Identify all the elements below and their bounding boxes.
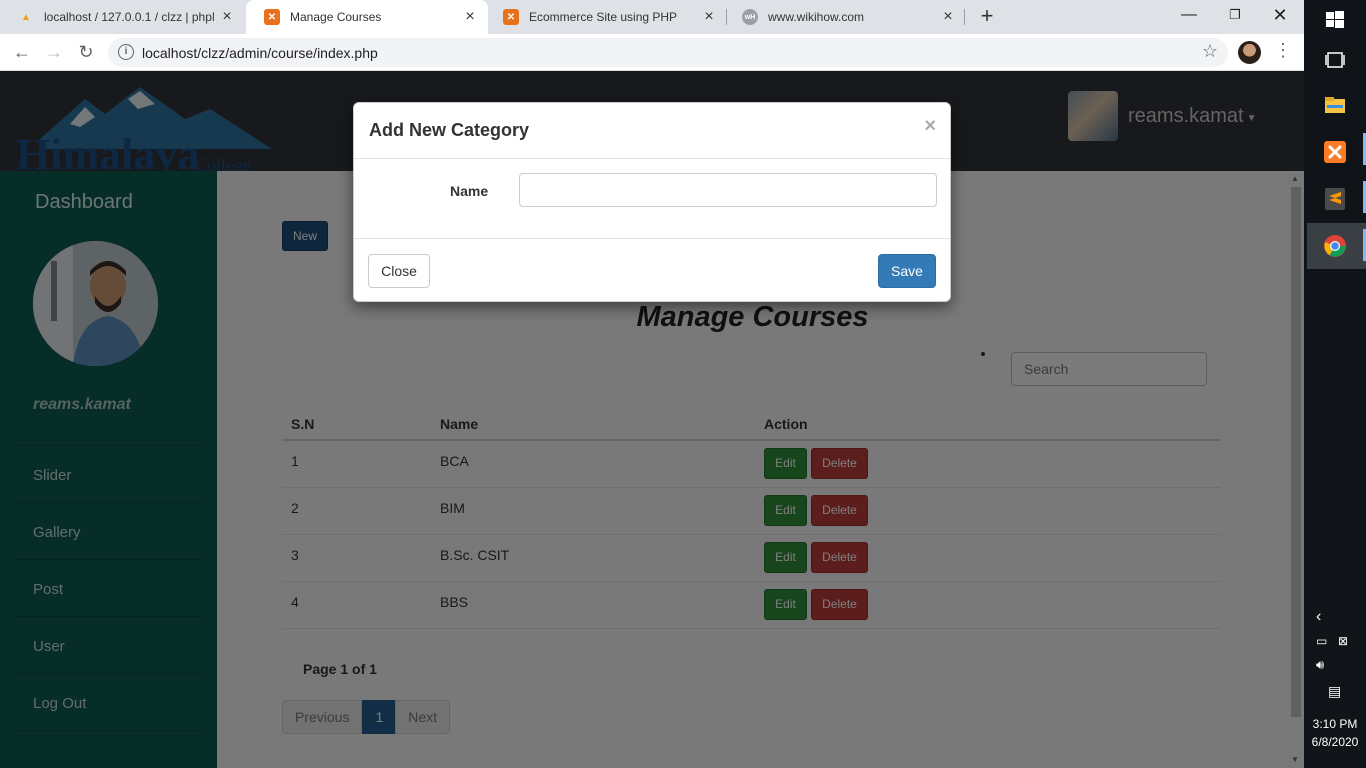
tab-ecommerce[interactable]: ✕ Ecommerce Site using PHP × xyxy=(485,0,727,34)
window-close-icon[interactable]: ✕ xyxy=(1268,4,1292,28)
volume-icon[interactable]: 🔊︎ xyxy=(1316,657,1324,673)
task-view-icon[interactable] xyxy=(1323,48,1347,72)
tab-manage-courses[interactable]: ✕ Manage Courses × xyxy=(246,0,488,34)
file-explorer-icon[interactable] xyxy=(1323,93,1347,117)
close-button[interactable]: Close xyxy=(368,254,430,288)
tab-wikihow[interactable]: wH www.wikihow.com × xyxy=(724,0,966,34)
close-tab-icon[interactable]: × xyxy=(462,9,478,25)
tab-separator xyxy=(964,9,965,25)
tab-label: Ecommerce Site using PHP xyxy=(529,10,678,24)
tab-label: localhost / 127.0.0.1 / clzz | phpM xyxy=(44,10,214,24)
save-button[interactable]: Save xyxy=(878,254,936,288)
globe-icon: wH xyxy=(742,9,758,25)
chrome-icon[interactable] xyxy=(1323,234,1347,258)
windows-taskbar: ‹ ▭ ⊠ 🔊︎ ▤ 3:10 PM 6/8/2020 xyxy=(1304,0,1366,768)
new-tab-icon[interactable]: + xyxy=(976,5,998,28)
xampp-icon: ✕ xyxy=(264,9,280,25)
chevron-left-icon[interactable]: ‹ xyxy=(1316,608,1321,626)
browser-toolbar: ← → ↻ i localhost/clzz/admin/course/inde… xyxy=(0,34,1304,71)
modal-title: Add New Category xyxy=(369,120,530,140)
tab-label: www.wikihow.com xyxy=(768,10,865,24)
tab-phpmyadmin[interactable]: ▲ localhost / 127.0.0.1 / clzz | phpM × xyxy=(0,0,245,34)
sublime-text-icon[interactable] xyxy=(1323,187,1347,211)
forward-icon[interactable]: → xyxy=(43,41,65,63)
reload-icon[interactable]: ↻ xyxy=(75,41,97,63)
close-icon[interactable]: × xyxy=(924,115,936,138)
windows-start-icon[interactable] xyxy=(1323,8,1347,32)
close-tab-icon[interactable]: × xyxy=(940,9,956,25)
clock-date[interactable]: 6/8/2020 xyxy=(1304,735,1366,749)
menu-kebab-icon[interactable]: ⋮ xyxy=(1274,40,1292,61)
name-field[interactable] xyxy=(519,173,937,207)
notifications-icon[interactable]: ▤ xyxy=(1328,683,1341,700)
minimize-icon[interactable]: — xyxy=(1177,4,1201,28)
xampp-icon: ✕ xyxy=(503,9,519,25)
back-icon[interactable]: ← xyxy=(11,41,33,63)
name-label: Name xyxy=(450,183,489,199)
profile-avatar[interactable] xyxy=(1238,41,1261,64)
address-bar[interactable]: i localhost/clzz/admin/course/index.php … xyxy=(108,38,1228,67)
info-icon[interactable]: i xyxy=(118,44,134,60)
network-disconnected-icon[interactable]: ⊠ xyxy=(1338,634,1348,648)
add-category-modal: Add New Category × Name Close Save xyxy=(353,102,951,302)
modal-body: Name xyxy=(354,159,950,239)
tab-strip: ▲ localhost / 127.0.0.1 / clzz | phpM × … xyxy=(0,0,1304,34)
modal-header: Add New Category × xyxy=(354,103,950,159)
url-text: localhost/clzz/admin/course/index.php xyxy=(142,45,378,61)
tab-label: Manage Courses xyxy=(290,10,382,24)
browser-chrome: ▲ localhost / 127.0.0.1 / clzz | phpM × … xyxy=(0,0,1304,71)
phpmyadmin-icon: ▲ xyxy=(21,11,31,23)
battery-icon[interactable]: ▭ xyxy=(1316,634,1327,648)
close-tab-icon[interactable]: × xyxy=(219,9,235,25)
modal-footer: Close Save xyxy=(354,238,950,302)
close-tab-icon[interactable]: × xyxy=(701,9,717,25)
clock-time[interactable]: 3:10 PM xyxy=(1304,717,1366,731)
restore-icon[interactable]: ❐ xyxy=(1223,4,1247,28)
xampp-icon[interactable] xyxy=(1323,140,1347,164)
bookmark-star-icon[interactable]: ☆ xyxy=(1202,41,1218,62)
